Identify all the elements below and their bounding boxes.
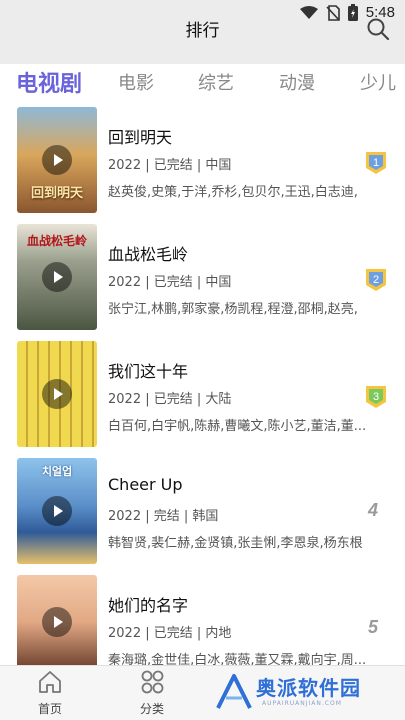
poster[interactable]: 回到明天 — [17, 107, 97, 213]
tab-tv-series[interactable]: 电视剧 — [16, 66, 82, 98]
list-item[interactable]: 我们这十年 2022 | 已完结 | 大陆 白百何,白宇帆,陈赫,曹曦文,陈小艺… — [0, 338, 405, 455]
poster[interactable] — [17, 575, 97, 669]
watermark-text: 奥派软件园 — [256, 676, 361, 700]
watermark-url: AUPAIRUANJIAN.COM — [262, 700, 342, 707]
nav-home-label: 首页 — [37, 702, 62, 716]
search-icon[interactable] — [365, 16, 391, 42]
play-icon[interactable] — [42, 379, 72, 409]
play-icon[interactable] — [42, 607, 72, 637]
list-item[interactable]: 치얼업 Cheer Up 2022 | 完结 | 韩国 韩智贤,裴仁赫,金贤镇,… — [0, 455, 405, 572]
item-meta: 2022 | 已完结 | 大陆 — [108, 392, 232, 407]
watermark-logo-icon — [216, 674, 252, 709]
rank-number: 5 — [368, 617, 379, 637]
item-cast: 韩智贤,裴仁赫,金贤镇,张圭悧,李恩泉,杨东根 — [108, 536, 363, 551]
tab-anime[interactable]: 动漫 — [279, 69, 315, 95]
poster-title: 치얼업 — [41, 465, 73, 478]
item-cast: 白百何,白宇帆,陈赫,曹曦文,陈小艺,董洁,董... — [108, 419, 367, 434]
page-title: 排行 — [185, 21, 220, 41]
item-title[interactable]: 血战松毛岭 — [108, 241, 188, 265]
poster-title: 回到明天 — [30, 186, 83, 201]
watermark: 奥派软件园 AUPAIRUANJIAN.COM — [212, 670, 402, 716]
play-icon[interactable] — [42, 145, 72, 175]
poster[interactable]: 치얼업 — [17, 458, 97, 564]
item-meta: 2022 | 已完结 | 中国 — [108, 158, 232, 173]
home-icon — [39, 671, 61, 693]
rank-number: 4 — [368, 500, 379, 520]
rank-number: 2 — [373, 274, 379, 286]
play-icon[interactable] — [42, 262, 72, 292]
item-meta: 2022 | 已完结 | 中国 — [108, 275, 232, 290]
item-title[interactable]: 回到明天 — [108, 124, 172, 148]
item-meta: 2022 | 完结 | 韩国 — [108, 509, 219, 524]
rank-badge-icon: 1 — [366, 152, 386, 174]
rank-number: 3 — [373, 391, 379, 403]
tab-movies[interactable]: 电影 — [118, 69, 154, 95]
tab-kids[interactable]: 少儿 — [360, 69, 396, 95]
rank-badge-icon: 3 — [366, 386, 386, 408]
play-icon[interactable] — [42, 496, 72, 526]
item-cast: 赵英俊,史策,于洋,乔杉,包贝尔,王迅,白志迪, — [108, 185, 358, 200]
item-meta: 2022 | 已完结 | 内地 — [108, 626, 232, 641]
list-item[interactable]: 血战松毛岭 血战松毛岭 2022 | 已完结 | 中国 张宁江,林鹏,郭家豪,杨… — [0, 221, 405, 338]
item-title[interactable]: 我们这十年 — [108, 358, 188, 382]
nav-category-label: 分类 — [139, 702, 164, 716]
tab-variety[interactable]: 综艺 — [198, 69, 234, 95]
rank-badge-icon: 2 — [366, 269, 386, 291]
poster-title: 血战松毛岭 — [26, 234, 87, 248]
rank-number: 1 — [373, 157, 379, 169]
category-tabs: 电视剧 电影 综艺 动漫 少儿 — [0, 64, 405, 104]
item-title[interactable]: 她们的名字 — [108, 592, 188, 616]
nav-category[interactable]: 分类 — [122, 670, 182, 717]
category-icon — [141, 670, 164, 694]
nav-home[interactable]: 首页 — [20, 670, 80, 717]
item-title[interactable]: Cheer Up — [108, 475, 183, 494]
poster[interactable] — [17, 341, 97, 447]
poster[interactable]: 血战松毛岭 — [17, 224, 97, 330]
header: 排行 — [0, 18, 405, 64]
item-cast: 张宁江,林鹏,郭家豪,杨凯程,程澄,邵桐,赵亮, — [108, 302, 358, 317]
list-item[interactable]: 回到明天 回到明天 2022 | 已完结 | 中国 赵英俊,史策,于洋,乔杉,包… — [0, 104, 405, 221]
